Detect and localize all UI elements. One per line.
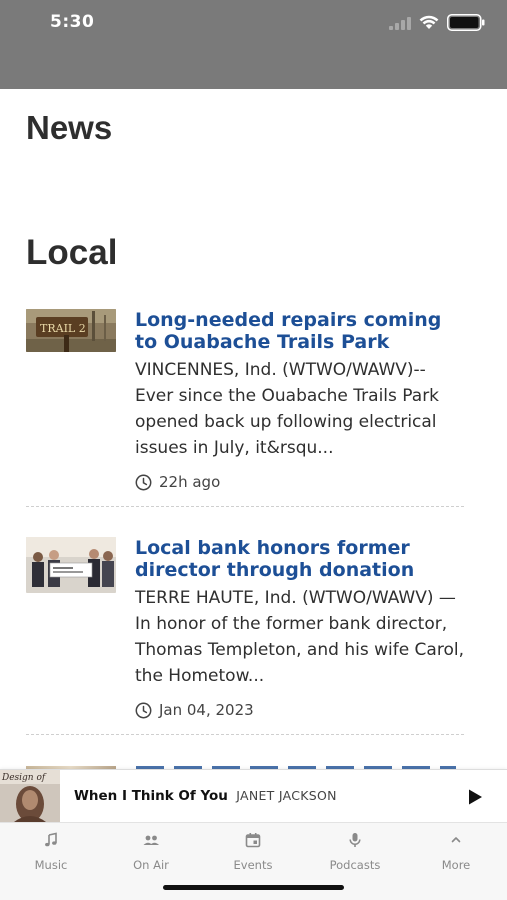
tab-on-air[interactable]: On Air	[111, 831, 191, 872]
article-divider	[26, 506, 464, 507]
play-icon[interactable]	[466, 788, 484, 806]
tab-label: Music	[34, 858, 68, 872]
tab-events[interactable]: Events	[213, 831, 293, 872]
news-content[interactable]: News Local TRAIL 2 Long-needed repairs c…	[0, 89, 507, 769]
microphone-icon	[349, 833, 361, 847]
wifi-icon	[419, 15, 439, 29]
album-art[interactable]: Design of	[0, 770, 60, 822]
article-text: Long-needed repairs coming to Ouabache T…	[135, 309, 465, 491]
status-bar: 5:30	[0, 0, 507, 89]
tab-label: Events	[233, 858, 273, 872]
article-time: 22h ago	[159, 473, 221, 491]
now-playing-info[interactable]: When I Think Of You JANET JACKSON	[74, 788, 337, 804]
mini-player[interactable]: Design of When I Think Of You JANET JACK…	[0, 769, 507, 822]
battery-icon	[447, 14, 485, 31]
thumbnail-sign-text: TRAIL 2	[40, 322, 86, 335]
tab-label: On Air	[133, 858, 169, 872]
status-icons	[389, 14, 485, 31]
status-time: 5:30	[50, 12, 95, 32]
tab-label: More	[441, 858, 471, 872]
song-title: When I Think Of You	[74, 788, 228, 804]
tab-music[interactable]: Music	[11, 831, 91, 872]
article-time: Jan 04, 2023	[159, 701, 254, 719]
section-title-local: Local	[26, 233, 118, 272]
article-thumbnail[interactable]	[26, 537, 116, 593]
article-meta: 22h ago	[135, 473, 465, 491]
article-headline[interactable]: Local bank honors former director throug…	[135, 537, 465, 581]
tab-bar: Music On Air Events Podcasts More	[0, 822, 507, 900]
tab-more[interactable]: More	[416, 831, 496, 872]
article-text: Local bank honors former director throug…	[135, 537, 465, 719]
article-headline[interactable]: Long-needed repairs coming to Ouabache T…	[135, 309, 465, 353]
album-title-text: Design of	[1, 773, 47, 783]
home-indicator[interactable]	[163, 885, 344, 890]
tab-podcasts[interactable]: Podcasts	[315, 831, 395, 872]
tab-label: Podcasts	[329, 858, 381, 872]
article-excerpt: VINCENNES, Ind. (WTWO/WAWV)-- Ever since…	[135, 360, 440, 458]
artist-name: JANET JACKSON	[236, 788, 337, 803]
cellular-signal-icon	[389, 16, 411, 30]
clock-icon	[135, 702, 152, 718]
people-icon	[143, 835, 159, 845]
article-excerpt: TERRE HAUTE, Ind. (WTWO/WAWV) — In honor…	[135, 588, 464, 686]
music-note-icon	[45, 832, 57, 847]
article-thumbnail[interactable]: TRAIL 2	[26, 309, 116, 352]
calendar-icon	[245, 833, 261, 848]
article-meta: Jan 04, 2023	[135, 701, 465, 719]
clock-icon	[135, 474, 152, 490]
article-divider	[26, 734, 464, 735]
chevron-up-icon	[451, 837, 461, 843]
page-title: News	[26, 109, 113, 146]
